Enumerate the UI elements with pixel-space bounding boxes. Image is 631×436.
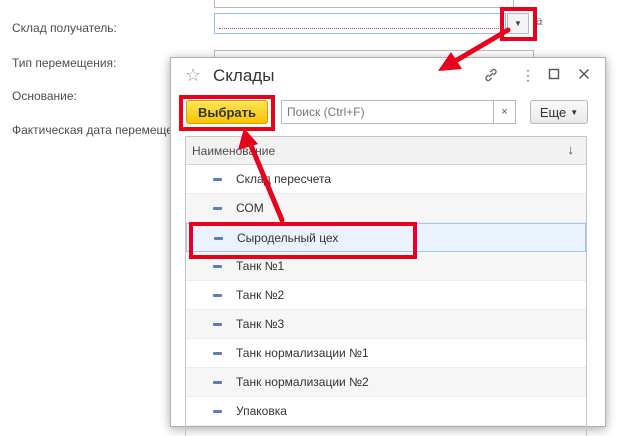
annotation-arrow-to-select <box>238 128 285 223</box>
annotation-arrow-to-dialog <box>438 27 511 71</box>
annotation-arrows <box>238 27 511 223</box>
